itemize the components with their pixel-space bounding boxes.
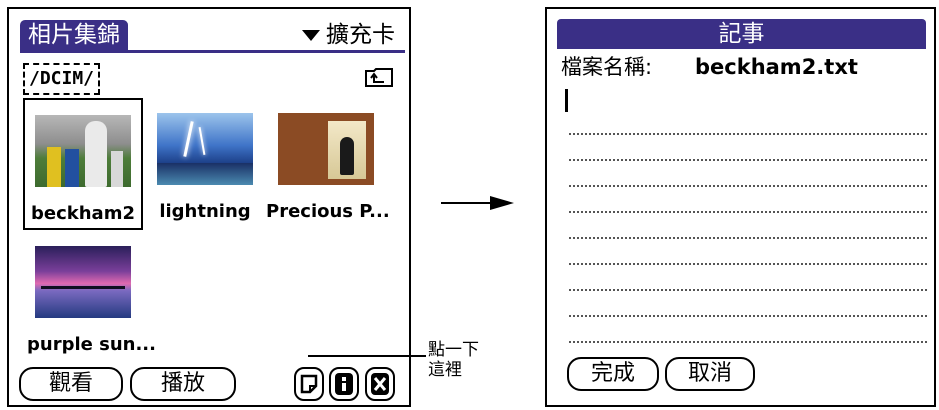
arrow-right-icon bbox=[441, 202, 493, 204]
photo-image bbox=[157, 113, 253, 185]
memo-text-area[interactable] bbox=[569, 109, 927, 343]
photo-label: purple sun... bbox=[27, 334, 156, 355]
view-button[interactable]: 觀看 bbox=[19, 367, 123, 401]
memo-title: 記事 bbox=[557, 19, 926, 49]
play-button[interactable]: 播放 bbox=[130, 367, 236, 401]
photo-thumbnail-purple-sun[interactable]: purple sun... bbox=[23, 246, 156, 356]
title-rule bbox=[20, 50, 405, 53]
callout-text: 點一下 這裡 bbox=[428, 340, 479, 380]
memo-icon bbox=[300, 374, 318, 394]
photo-image bbox=[278, 113, 374, 185]
callout-line bbox=[308, 355, 426, 357]
folder-up-icon[interactable] bbox=[365, 67, 393, 87]
photo-thumbnail-beckham2[interactable]: beckham2 bbox=[23, 98, 143, 230]
photo-image bbox=[35, 115, 131, 187]
photo-label: lightning bbox=[159, 201, 251, 222]
photo-image bbox=[35, 246, 131, 318]
memo-button[interactable] bbox=[294, 367, 324, 401]
info-icon bbox=[335, 373, 353, 395]
memo-screen: 記事 檔案名稱: beckham2.txt 完成 取消 bbox=[545, 7, 936, 407]
delete-button[interactable] bbox=[365, 367, 395, 401]
folder-path[interactable]: /DCIM/ bbox=[23, 63, 101, 95]
category-label: 擴充卡 bbox=[326, 22, 395, 48]
text-cursor bbox=[565, 89, 568, 112]
photo-album-screen: 相片集錦 擴充卡 /DCIM/ beckham2 lightning Preci… bbox=[7, 7, 411, 407]
photo-label: beckham2 bbox=[31, 203, 135, 224]
category-selector[interactable]: 擴充卡 bbox=[302, 21, 395, 49]
callout-line-1: 點一下 bbox=[428, 340, 479, 360]
done-button[interactable]: 完成 bbox=[567, 357, 659, 391]
file-name-value: beckham2.txt bbox=[695, 55, 858, 79]
photo-thumbnail-precious[interactable]: Precious P... bbox=[266, 113, 390, 223]
app-title[interactable]: 相片集錦 bbox=[20, 20, 128, 51]
photo-label: Precious P... bbox=[266, 201, 390, 222]
info-button[interactable] bbox=[329, 367, 359, 401]
delete-icon bbox=[371, 373, 389, 395]
cancel-button[interactable]: 取消 bbox=[665, 357, 755, 391]
photo-thumbnail-lightning[interactable]: lightning bbox=[145, 113, 265, 223]
callout-line-2: 這裡 bbox=[428, 360, 462, 380]
triangle-down-icon bbox=[302, 29, 320, 41]
file-name-label: 檔案名稱: bbox=[561, 55, 653, 79]
arrow-head bbox=[490, 196, 514, 210]
